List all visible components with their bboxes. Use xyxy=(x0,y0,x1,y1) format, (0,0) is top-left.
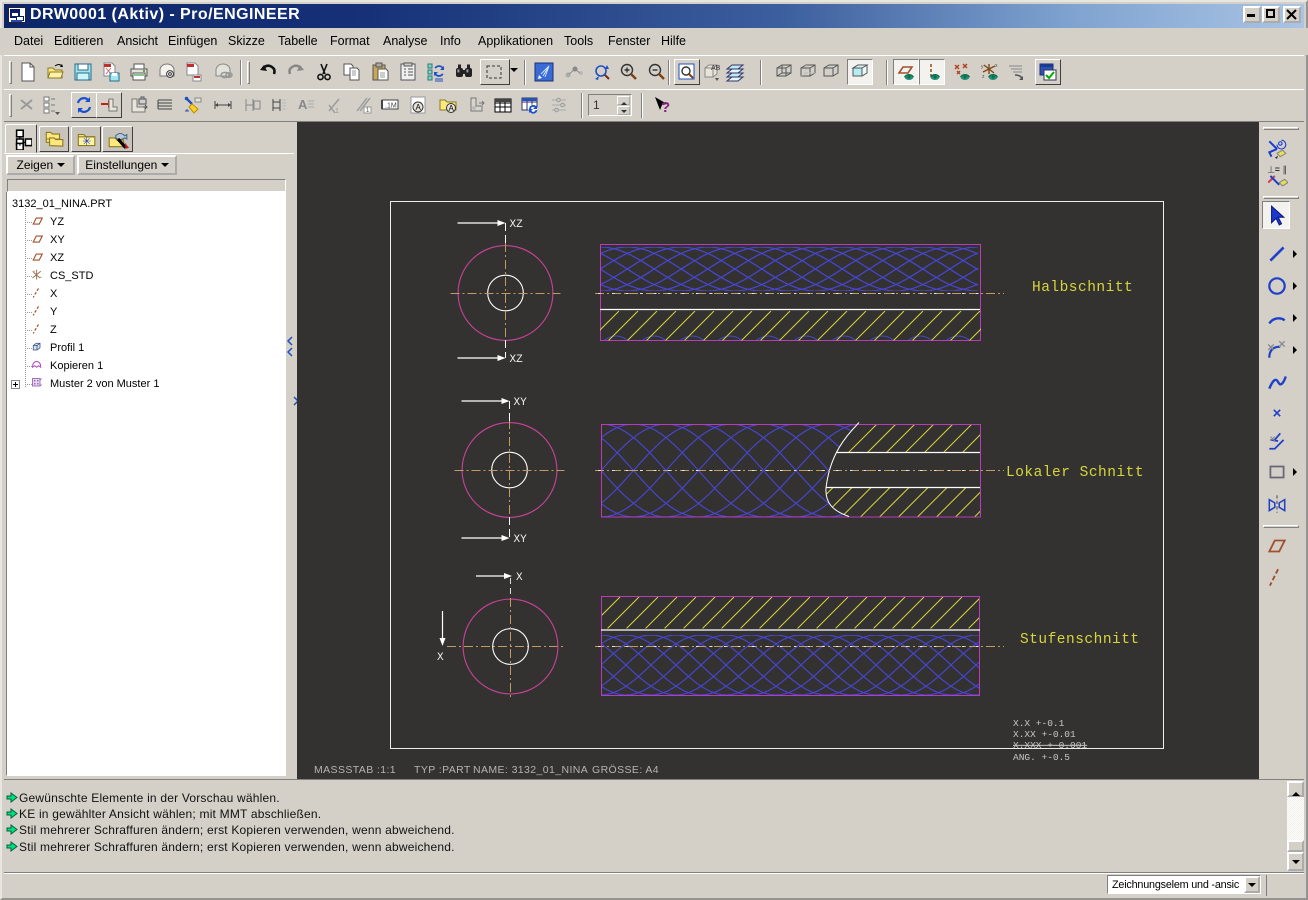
svg-text:X.XXX +-0.001: X.XXX +-0.001 xyxy=(1013,740,1087,751)
svg-text:AB: AB xyxy=(711,65,721,72)
svg-text:.1M: .1M xyxy=(385,103,397,110)
svg-text:X.X +-0.1: X.X +-0.1 xyxy=(1013,718,1065,729)
svg-text:1: 1 xyxy=(335,108,339,115)
svg-text:NAME: 3132_01_NINA: NAME: 3132_01_NINA xyxy=(473,764,588,776)
svg-text:TYP :PART: TYP :PART xyxy=(414,764,471,776)
svg-text:GRÖSSE: A4: GRÖSSE: A4 xyxy=(592,764,659,776)
svg-text:=: = xyxy=(1275,165,1280,175)
svg-text:XY: XY xyxy=(514,397,528,409)
svg-text:Lokaler Schnitt: Lokaler Schnitt xyxy=(1006,465,1144,481)
svg-text:XZ: XZ xyxy=(510,219,524,231)
svg-text:Stufenschnitt: Stufenschnitt xyxy=(1020,632,1140,648)
svg-text:X: X xyxy=(516,572,523,584)
svg-text:A: A xyxy=(416,103,422,112)
svg-text:✳: ✳ xyxy=(82,136,91,148)
svg-text:A: A xyxy=(298,97,308,112)
svg-text:MASSSTAB :1:1: MASSSTAB :1:1 xyxy=(314,764,396,776)
svg-text:XZ: XZ xyxy=(510,354,524,366)
svg-text:A: A xyxy=(449,104,455,113)
svg-text:Halbschnitt: Halbschnitt xyxy=(1032,280,1133,296)
svg-text:∥: ∥ xyxy=(1283,165,1287,175)
svg-text:y: y xyxy=(981,64,984,70)
svg-text:?: ? xyxy=(661,99,670,115)
svg-text:X.XX +-0.01: X.XX +-0.01 xyxy=(1013,729,1076,740)
svg-text:X: X xyxy=(437,652,444,664)
svg-text:z: z xyxy=(982,74,985,80)
svg-text:XY: XY xyxy=(514,534,528,546)
svg-text:ANG. +-0.5: ANG. +-0.5 xyxy=(1013,752,1070,763)
svg-text:x: x xyxy=(995,63,998,69)
